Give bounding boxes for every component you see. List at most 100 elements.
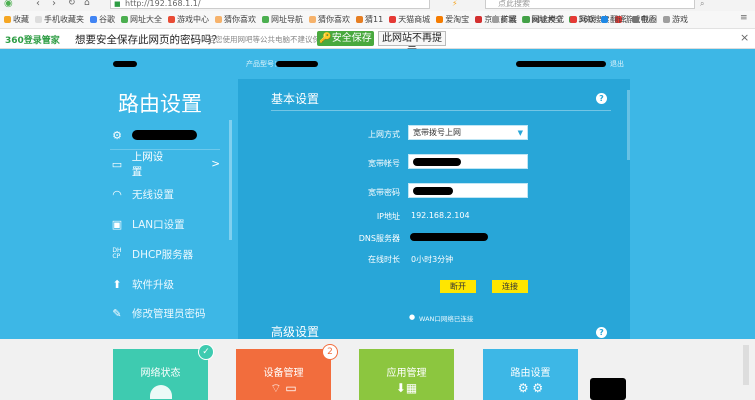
site-icon [215, 16, 222, 23]
label-dns-server: DNS服务器 [358, 234, 400, 243]
help-icon[interactable]: ? [596, 327, 607, 338]
sidebar-item-wireless[interactable]: ◠ 无线设置 [110, 183, 220, 205]
sidebar-title: 路由设置 [118, 92, 202, 116]
safe-save-button[interactable]: 🔑安全保存 [317, 31, 374, 46]
connect-button[interactable]: 连接 [492, 280, 528, 293]
sidebar-item-lan[interactable]: ▣ LAN口设置 [110, 213, 220, 235]
bookmark-item[interactable]: 手机收藏夹 [35, 14, 84, 25]
bookmark-item[interactable]: 网址导航 [262, 14, 303, 25]
menu-icon[interactable]: ≡ [740, 13, 748, 23]
page-scrollbar[interactable] [743, 345, 749, 385]
sidebar-item-label: 无线设置 [132, 188, 174, 201]
bookmark-item[interactable]: 猜你喜欢 [215, 14, 256, 25]
sidebar-account[interactable]: ⚙ [110, 124, 220, 146]
laptop-icon: ▭ [111, 157, 123, 171]
bookmark-item[interactable]: 游戏中心 [168, 14, 209, 25]
check-circle-icon: ● [409, 313, 416, 321]
advanced-settings-title: 高级设置 [271, 325, 320, 339]
extension-item[interactable]: 游戏 [663, 14, 688, 25]
lan-port-icon: ▣ [111, 217, 123, 231]
wifi-devices-icon: ⌔ ▭ [270, 381, 297, 395]
close-icon[interactable]: × [740, 31, 749, 44]
search-icon[interactable]: ⌕ [700, 0, 704, 9]
bank-icon [570, 16, 577, 23]
redacted-account-value [413, 157, 461, 166]
refresh-icon[interactable]: ↻ [68, 0, 76, 8]
extension-item[interactable]: 网银 [570, 14, 595, 25]
bookmark-item[interactable]: 谷歌 [90, 14, 115, 25]
redacted-password-value [413, 186, 453, 195]
scissors-icon [632, 16, 639, 23]
chevron-right-icon: > [211, 158, 220, 170]
game-icon [168, 16, 175, 23]
sidebar-scrollbar[interactable] [229, 120, 232, 240]
redacted-logo [113, 61, 137, 67]
folder-icon [35, 16, 42, 23]
tile-label: 设备管理 [263, 368, 304, 379]
redacted-model [276, 61, 318, 67]
bookmark-item[interactable]: 猜11 [356, 14, 383, 25]
key-icon: 🔑 [319, 33, 332, 44]
sidebar-item-label: DHCP服务器 [132, 248, 194, 261]
connection-type-select[interactable]: 宽带拨号上网 ▼ [408, 125, 528, 140]
extension-list: 扩展 阅读模式 网银 翻译 截图 游戏 [492, 14, 694, 25]
tile-network-status[interactable]: 网络状态 [113, 349, 208, 400]
pencil-icon: ✎ [112, 306, 122, 320]
save-bar-hint: （若您使用网吧等公共电脑不建议保存） [200, 35, 335, 44]
gears-icon: ⚙ ⚙ [517, 381, 544, 395]
tile-router-settings[interactable]: 路由设置 ⚙ ⚙ [483, 349, 578, 400]
wan-status-note: WAN口网络已连接 [419, 315, 474, 323]
logout-link[interactable]: 退出 [610, 59, 624, 69]
sidebar-item-dhcp[interactable]: DH CP DHCP服务器 [110, 243, 220, 265]
extension-item[interactable]: 截图 [632, 14, 657, 25]
search-box[interactable]: 点此搜索 [485, 0, 695, 9]
tile-device-management[interactable]: 设备管理 ⌔ ▭ [236, 349, 331, 400]
disconnect-button[interactable]: 断开 [440, 280, 476, 293]
site-icon [121, 16, 128, 23]
home-icon[interactable]: ⌂ [84, 0, 90, 8]
globe-icon [149, 385, 172, 399]
lightning-icon[interactable]: ⚡ [452, 0, 458, 8]
bookmark-item[interactable]: 收藏 [4, 14, 29, 25]
device-count-badge: 2 [322, 344, 338, 360]
forward-icon[interactable]: › [52, 0, 56, 9]
tile-label: 路由设置 [510, 368, 551, 379]
tile-app-management[interactable]: 应用管理 ⬇▦ [359, 349, 454, 400]
sidebar-item-upgrade[interactable]: ⬆ 软件升级 [110, 273, 220, 295]
never-prompt-button[interactable]: 此网站不再提示 [378, 31, 446, 57]
address-url: http://192.168.1.1/ [125, 0, 201, 8]
address-bar[interactable]: ■ http://192.168.1.1/ [110, 0, 430, 9]
label-connection-type: 上网方式 [368, 130, 400, 139]
bookmark-item[interactable]: 猜你喜欢 [309, 14, 350, 25]
extension-item[interactable]: 翻译 [601, 14, 626, 25]
label-broadband-password: 宽带密码 [368, 188, 400, 197]
bookmark-item[interactable]: 网址大全 [121, 14, 162, 25]
browser-logo-icon: ◉ [4, 0, 13, 9]
redacted-qrcode [590, 378, 626, 400]
bookmark-item[interactable]: 天猫商城 [389, 14, 430, 25]
gamepad-icon [663, 16, 670, 23]
status-badge: ✓ [198, 344, 214, 360]
google-icon [90, 16, 97, 23]
back-icon[interactable]: ‹ [36, 0, 40, 9]
broadband-account-field[interactable] [408, 154, 528, 169]
help-icon[interactable]: ? [596, 93, 607, 104]
broadband-password-field[interactable] [408, 183, 528, 198]
dhcp-icon: DH CP [112, 247, 122, 260]
site-icon [356, 16, 363, 23]
extension-item[interactable]: 扩展 [492, 14, 517, 25]
sidebar-item-password[interactable]: ✎ 修改管理员密码 [110, 302, 220, 324]
site-icon [262, 16, 269, 23]
label-ip-address: IP地址 [376, 212, 400, 221]
save-bar-brand: 360登录管家 [5, 36, 60, 46]
panel-scrollbar[interactable] [627, 90, 630, 160]
extension-item[interactable]: 阅读模式 [523, 14, 564, 25]
star-icon [4, 16, 11, 23]
upload-arrow-icon: ⬆ [112, 277, 122, 291]
wifi-icon: ◠ [112, 187, 122, 201]
taobao-icon [436, 16, 444, 23]
gear-icon: ⚙ [112, 128, 122, 142]
sidebar-item-internet[interactable]: ▭ 上网设置 > [110, 151, 220, 178]
bookmark-item[interactable]: 爱淘宝 [436, 14, 469, 25]
divider [271, 110, 611, 111]
